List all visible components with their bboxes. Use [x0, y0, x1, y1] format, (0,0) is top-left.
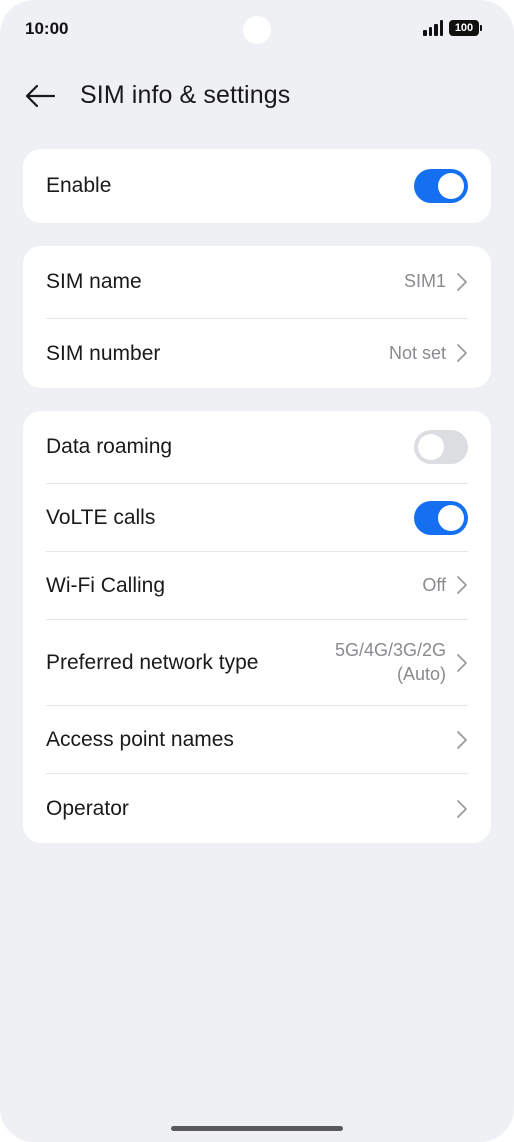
arrow-left-icon [25, 84, 56, 108]
sim-number-label: SIM number [46, 341, 161, 365]
wifi-calling-row[interactable]: Wi-Fi Calling Off [46, 551, 468, 619]
chevron-right-icon [457, 653, 467, 672]
sim-name-value: SIM1 [403, 271, 446, 292]
toggle-knob [418, 434, 444, 460]
chevron-right-icon [457, 344, 467, 363]
volte-calls-row[interactable]: VoLTE calls [46, 483, 468, 551]
sim-number-value: Not set [388, 342, 446, 363]
battery-icon: 100 [449, 20, 482, 36]
battery-level: 100 [454, 22, 474, 34]
preferred-network-value-line1: 5G/4G/3G/2G [334, 640, 446, 661]
operator-label: Operator [46, 796, 129, 820]
chevron-right-icon [457, 273, 467, 291]
sim-info-card: SIM name SIM1 SIM number Not set [23, 246, 491, 388]
chevron-right-icon [457, 730, 467, 749]
toggle-knob [438, 173, 464, 199]
preferred-network-label: Preferred network type [46, 650, 259, 674]
network-settings-card: Data roaming VoLTE calls Wi-Fi Calling O… [23, 411, 491, 843]
front-camera-cutout [243, 16, 271, 44]
data-roaming-toggle[interactable] [414, 430, 468, 464]
preferred-network-row[interactable]: Preferred network type 5G/4G/3G/2G (Auto… [46, 619, 468, 705]
data-roaming-row[interactable]: Data roaming [46, 411, 468, 483]
signal-strength-icon [423, 20, 443, 36]
toggle-knob [438, 504, 464, 531]
access-point-names-right [456, 730, 468, 750]
preferred-network-right: 5G/4G/3G/2G (Auto) [335, 639, 468, 686]
access-point-names-row[interactable]: Access point names [46, 705, 468, 773]
sim-number-right: Not set [389, 342, 468, 365]
sim-name-label: SIM name [46, 270, 142, 293]
operator-row[interactable]: Operator [46, 773, 468, 843]
wifi-calling-label: Wi-Fi Calling [46, 573, 166, 597]
page-header: SIM info & settings [0, 70, 514, 122]
preferred-network-value-line2: (Auto) [396, 663, 446, 684]
chevron-right-icon [457, 799, 467, 818]
enable-row[interactable]: Enable [46, 149, 468, 223]
sim-number-row[interactable]: SIM number Not set [46, 318, 468, 388]
volte-calls-toggle[interactable] [414, 500, 468, 535]
status-time: 10:00 [25, 19, 69, 38]
status-icons: 100 [423, 20, 482, 36]
preferred-network-value: 5G/4G/3G/2G (Auto) [335, 639, 446, 686]
back-button[interactable] [20, 76, 60, 116]
wifi-calling-right: Off [422, 574, 468, 597]
enable-card: Enable [23, 149, 491, 223]
page-title: SIM info & settings [80, 81, 291, 109]
data-roaming-label: Data roaming [46, 435, 173, 458]
home-indicator[interactable] [171, 1126, 343, 1131]
sim-name-row[interactable]: SIM name SIM1 [46, 246, 468, 318]
enable-toggle[interactable] [414, 169, 468, 203]
status-bar: 10:00 100 [0, 0, 514, 60]
phone-screen: 10:00 100 SIM info & settings Enable SIM… [0, 0, 514, 1142]
volte-calls-label: VoLTE calls [46, 505, 156, 529]
wifi-calling-value: Off [422, 574, 446, 595]
sim-name-right: SIM1 [404, 270, 468, 293]
enable-label: Enable [46, 174, 112, 197]
access-point-names-label: Access point names [46, 727, 234, 751]
operator-right [456, 799, 468, 819]
chevron-right-icon [457, 576, 467, 595]
